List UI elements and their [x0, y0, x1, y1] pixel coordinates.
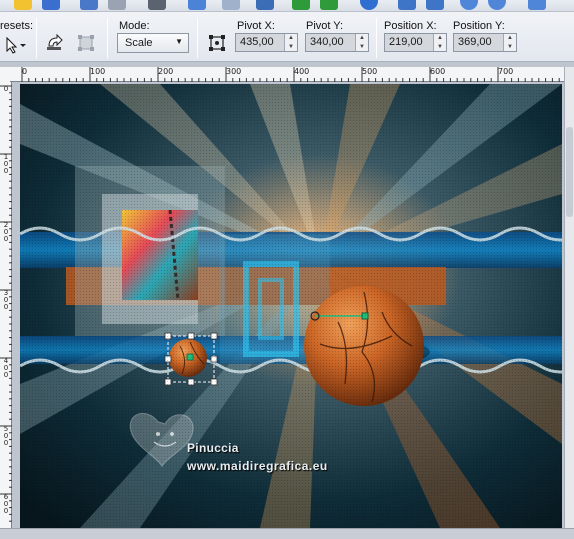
- position-x-value: 219,00: [385, 34, 433, 51]
- up-arrow-icon[interactable]: [42, 0, 60, 10]
- redo-icon[interactable]: [320, 0, 338, 10]
- image-window: 0 100 200 300 400 500 600 700 0 1 0 0 2 …: [0, 62, 574, 539]
- save-icon[interactable]: [80, 0, 98, 10]
- ruler-label-300: 300: [226, 67, 242, 76]
- ruler-label-500: 500: [362, 67, 378, 76]
- ruler-corner: [0, 67, 10, 82]
- position-y-field[interactable]: 369,00 ▲ ▼: [453, 33, 517, 52]
- copy-icon[interactable]: [222, 0, 240, 10]
- print-icon[interactable]: [148, 0, 166, 10]
- open-folder-icon[interactable]: [14, 0, 32, 10]
- ruler-label-700: 700: [498, 67, 514, 76]
- separator: [36, 18, 37, 58]
- position-x-field[interactable]: 219,00 ▲ ▼: [384, 33, 447, 52]
- mode-select-value: Scale: [125, 37, 153, 49]
- position-y-label: Position Y:: [453, 20, 505, 32]
- pivot-point-icon: [209, 35, 225, 51]
- vruler-label-300: 3 0 0: [3, 289, 9, 311]
- ruler-label-100: 100: [90, 67, 106, 76]
- mode-label: Mode:: [119, 20, 150, 32]
- horizontal-ruler[interactable]: 0 100 200 300 400 500 600 700: [10, 67, 564, 82]
- transform-box-icon: [78, 35, 94, 51]
- cut-icon[interactable]: [188, 0, 206, 10]
- position-x-spinner[interactable]: ▲ ▼: [433, 34, 446, 51]
- vertical-ruler[interactable]: 0 1 0 0 2 0 0 3 0 0 4 0 0 5 0 0 6 0 0: [0, 82, 12, 528]
- export-icon[interactable]: [108, 0, 126, 10]
- zoom-fit-icon[interactable]: [528, 0, 546, 10]
- ruler-label-600: 600: [430, 67, 446, 76]
- watermark-url: www.maidiregrafica.eu: [187, 459, 328, 473]
- pivot-y-field[interactable]: 340,00 ▲ ▼: [305, 33, 369, 52]
- pivot-y-label: Pivot Y:: [306, 20, 344, 32]
- paste-icon[interactable]: [256, 0, 274, 10]
- presets-label: resets:: [0, 20, 34, 32]
- pivot-x-field[interactable]: 435,00 ▲ ▼: [235, 33, 298, 52]
- vruler-label-100: 1 0 0: [3, 153, 9, 175]
- position-x-label: Position X:: [384, 20, 437, 32]
- info-icon[interactable]: [360, 0, 378, 10]
- pivot-x-spinner[interactable]: ▲ ▼: [284, 34, 297, 51]
- separator: [376, 18, 377, 58]
- undo-icon[interactable]: [292, 0, 310, 10]
- main-toolbar: [0, 0, 574, 12]
- resize-icon[interactable]: [398, 0, 416, 10]
- scrollbar-thumb[interactable]: [566, 127, 573, 217]
- pivot-y-value: 340,00: [306, 34, 355, 51]
- window-bottom-edge: [0, 528, 574, 539]
- select-dots-icon[interactable]: [426, 0, 444, 10]
- position-y-value: 369,00: [454, 34, 503, 51]
- reset-icon: [47, 33, 63, 50]
- vruler-label-400: 4 0 0: [3, 357, 9, 379]
- ruler-label-400: 400: [294, 67, 310, 76]
- ruler-label-0: 0: [22, 67, 28, 76]
- vruler-label-0: 0: [3, 85, 9, 93]
- vruler-label-600: 6 0 0: [3, 493, 9, 515]
- watermark-name: Pinuccia: [187, 441, 239, 455]
- vruler-label-500: 5 0 0: [3, 425, 9, 447]
- mode-select[interactable]: Scale ▼: [117, 33, 189, 53]
- image-canvas[interactable]: Pinuccia www.maidiregrafica.eu: [20, 84, 562, 528]
- tool-options-bar: resets: Mode: Scale ▼ Pivot X: 435,00 ▲ …: [0, 12, 574, 62]
- pivot-y-spinner[interactable]: ▲ ▼: [355, 34, 368, 51]
- separator: [107, 18, 108, 58]
- chevron-down-icon: ▼: [175, 37, 183, 46]
- ruler-label-200: 200: [158, 67, 174, 76]
- position-y-spinner[interactable]: ▲ ▼: [503, 34, 516, 51]
- apply-button[interactable]: [75, 32, 97, 54]
- zoom-out-icon[interactable]: [488, 0, 506, 10]
- pivot-point-button[interactable]: [206, 32, 228, 54]
- pivot-x-label: Pivot X:: [237, 20, 275, 32]
- reset-button[interactable]: [44, 32, 66, 54]
- separator: [197, 18, 198, 58]
- presets-dropdown[interactable]: [3, 34, 29, 56]
- arrow-cursor-icon: [6, 36, 26, 54]
- pivot-x-value: 435,00: [236, 34, 284, 51]
- vruler-label-200: 2 0 0: [3, 221, 9, 243]
- zoom-in-icon[interactable]: [460, 0, 478, 10]
- vertical-scrollbar[interactable]: [564, 67, 574, 533]
